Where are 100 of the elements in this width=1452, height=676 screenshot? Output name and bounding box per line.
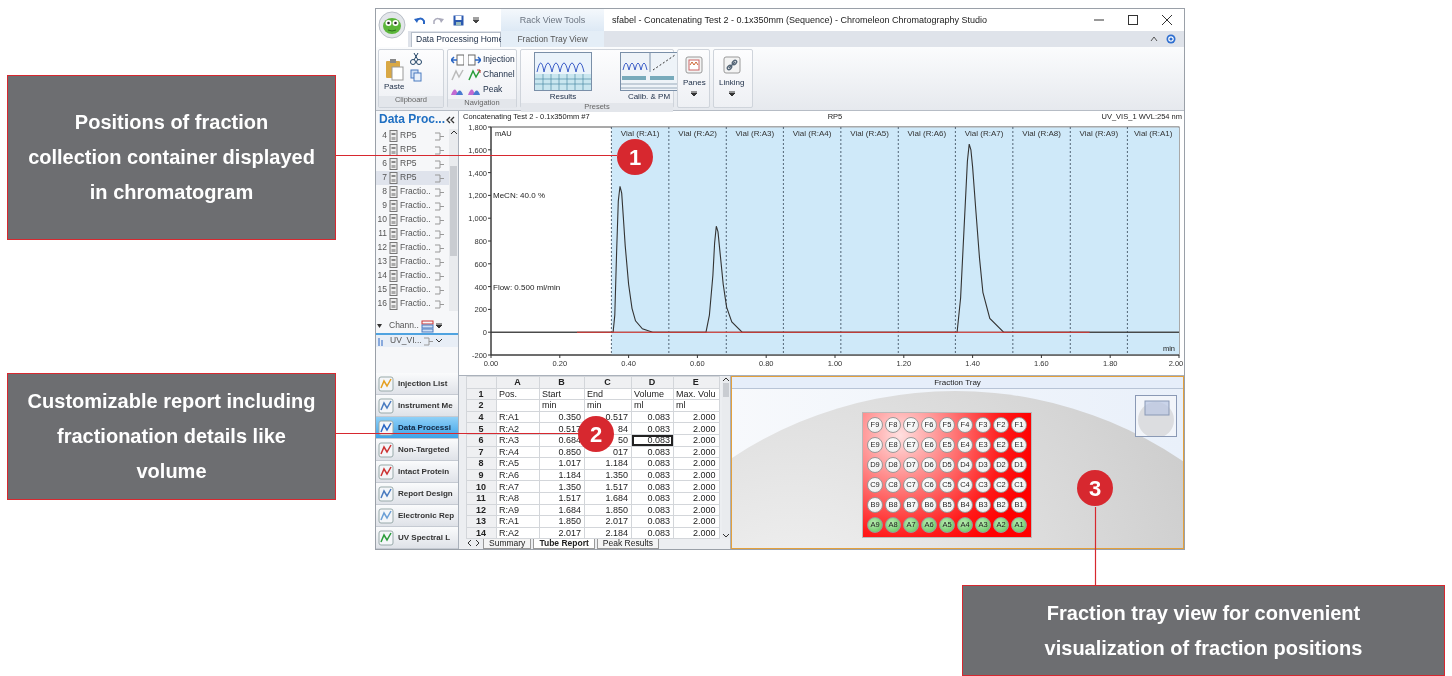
table-cell: R:A1	[499, 516, 519, 527]
vial-icon	[389, 228, 398, 240]
ribbon-button[interactable]: Channel	[468, 67, 515, 82]
table-cell: 0.083	[647, 470, 670, 480]
module-button[interactable]: UV Spectral L	[376, 527, 458, 550]
sheet-nav-icon[interactable]	[466, 539, 481, 548]
table-cell: 2.000	[693, 528, 716, 538]
injection-item[interactable]: 8 Fractio..	[376, 185, 449, 199]
close-icon[interactable]	[1162, 15, 1172, 25]
item-label: Fractio..	[400, 243, 432, 253]
item-label: Fractio..	[400, 215, 432, 225]
ribbon-button[interactable]: Peak	[468, 82, 503, 97]
item-number: 16	[377, 299, 387, 309]
scroll-up-icon[interactable]	[449, 129, 458, 136]
callout-box: Customizable report including fractionation details like volume	[7, 373, 336, 500]
expand-icon[interactable]	[377, 323, 383, 329]
module-icon	[378, 441, 394, 458]
item-label: Fractio..	[400, 271, 432, 281]
plug-icon	[423, 336, 433, 346]
caret-icon	[691, 91, 698, 98]
scroll-down-icon[interactable]	[434, 338, 443, 344]
paste-button[interactable]: Paste	[382, 58, 407, 92]
injection-item[interactable]: 15 Fractio..	[376, 283, 449, 297]
ribbon-button[interactable]: Injection	[468, 52, 515, 67]
scrollbar[interactable]	[722, 376, 730, 540]
collapse-icon[interactable]	[446, 116, 455, 124]
scroll-up-icon[interactable]	[722, 376, 730, 383]
module-button[interactable]: Data Processi	[376, 417, 458, 440]
injection-item[interactable]: 16 Fractio..	[376, 297, 449, 311]
customize-caret-icon[interactable]	[472, 16, 480, 24]
table-cell: 1.850	[558, 516, 581, 527]
module-button[interactable]: Intact Protein	[376, 461, 458, 484]
injection-item[interactable]: 14 Fractio..	[376, 269, 449, 283]
vial-icon	[389, 186, 398, 198]
table-cell: 1.350	[605, 470, 628, 480]
table-cell: R:A6	[499, 470, 519, 480]
injection-item[interactable]: 13 Fractio..	[376, 255, 449, 269]
injection-item[interactable]: 7 RP5	[376, 171, 449, 185]
sheet-tab[interactable]: Tube Report	[533, 539, 595, 550]
injection-item[interactable]: 12 Fractio..	[376, 241, 449, 255]
vial-icon	[389, 172, 398, 184]
fraction-label: Vial (R:A4)	[792, 129, 832, 138]
module-icon	[378, 485, 394, 502]
vial-icon	[389, 130, 398, 142]
app-logo-icon[interactable]	[378, 11, 406, 39]
table-cell: 2.000	[693, 516, 716, 527]
table-cell: Start	[542, 389, 561, 399]
module-button[interactable]: Report Design	[376, 483, 458, 506]
column-header[interactable]: D	[631, 376, 674, 389]
module-button[interactable]: Electronic Rep	[376, 505, 458, 528]
injection-item[interactable]: 6 RP5	[376, 157, 449, 171]
save-icon[interactable]	[453, 14, 464, 26]
maximize-icon[interactable]	[1128, 15, 1138, 25]
item-label: RP5	[400, 159, 418, 169]
minimap[interactable]	[1135, 395, 1177, 437]
navigator-title: Data Proc...	[379, 113, 446, 127]
caret-icon	[728, 91, 735, 98]
module-button[interactable]: Non-Targeted	[376, 439, 458, 462]
module-button[interactable]: Instrument Me	[376, 395, 458, 418]
fraction-label: Vial (R:A6)	[907, 129, 947, 138]
previous-icon[interactable]	[451, 53, 464, 66]
fraction-label: Vial (R:A1)	[620, 129, 660, 138]
injection-item[interactable]: 10 Fractio..	[376, 213, 449, 227]
table-cell: 0.517	[605, 412, 628, 422]
preset-button[interactable]: Results	[532, 52, 594, 102]
scrollbar-thumb[interactable]	[450, 166, 457, 256]
injection-item[interactable]: 4 RP5	[376, 129, 449, 143]
module-button[interactable]: Injection List	[376, 373, 458, 396]
column-header[interactable]: B	[539, 376, 585, 389]
table-cell: 2.000	[693, 423, 716, 434]
column-header[interactable]: A	[496, 376, 540, 389]
table-cell: R:A4	[499, 447, 519, 457]
row-header: 1	[466, 388, 497, 400]
table-cell: 2.184	[605, 528, 628, 538]
caret-icon[interactable]	[435, 323, 442, 329]
table-cell: 0.083	[647, 481, 670, 492]
collapse-ribbon-icon[interactable]	[1150, 35, 1158, 43]
scroll-down-icon[interactable]	[722, 533, 730, 540]
table-cell: Pos.	[499, 389, 517, 399]
vial-icon	[389, 144, 398, 156]
cut-icon[interactable]	[410, 52, 423, 65]
scrollbar-thumb[interactable]	[723, 383, 729, 397]
table-cell: 2.000	[693, 470, 716, 480]
vial-icon	[389, 256, 398, 268]
sheet-tab[interactable]: Peak Results	[596, 539, 659, 550]
link-icon	[722, 56, 741, 74]
column-header[interactable]: C	[584, 376, 632, 389]
injection-item[interactable]: 11 Fractio..	[376, 227, 449, 241]
sheet-tab[interactable]: Summary	[483, 539, 532, 550]
scrollbar[interactable]	[449, 129, 458, 311]
pane-title: Fraction Tray	[732, 377, 1183, 389]
item-label: Fractio..	[400, 285, 432, 295]
copy-icon[interactable]	[410, 69, 423, 82]
fraction-label: Vial (R:A9)	[1079, 129, 1119, 138]
column-header[interactable]: E	[673, 376, 720, 389]
help-icon[interactable]	[1166, 34, 1176, 44]
injection-item[interactable]: 9 Fractio..	[376, 199, 449, 213]
preset-button[interactable]: Calib. & PM	[618, 52, 680, 102]
row-header: 14	[466, 527, 497, 539]
injection-item[interactable]: 5 RP5	[376, 143, 449, 157]
